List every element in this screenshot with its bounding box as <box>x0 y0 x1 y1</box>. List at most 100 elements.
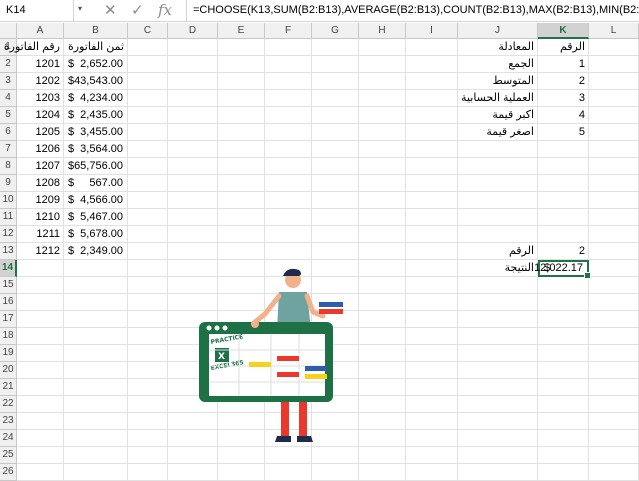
column-header-j[interactable]: J <box>458 23 538 39</box>
cell-i10[interactable] <box>406 192 458 209</box>
cell-c4[interactable] <box>128 90 168 107</box>
cell-b1[interactable]: ثمن الفاتورة <box>64 39 128 56</box>
cell-k3[interactable]: 2 <box>538 73 589 90</box>
cell-j3[interactable]: المتوسط <box>458 73 538 90</box>
cell-i6[interactable] <box>406 124 458 141</box>
cell-b21[interactable] <box>64 379 128 396</box>
cell-a9[interactable]: 1208 <box>17 175 64 192</box>
cell-k5[interactable]: 4 <box>538 107 589 124</box>
cell-e13[interactable] <box>218 243 265 260</box>
cell-j16[interactable] <box>458 294 538 311</box>
cell-k13[interactable]: 2 <box>538 243 589 260</box>
cell-e9[interactable] <box>218 175 265 192</box>
cell-a1[interactable]: رقم الفاتورة <box>4 39 64 56</box>
cell-c15[interactable] <box>128 277 168 294</box>
cell-h2[interactable] <box>359 56 406 73</box>
cell-c21[interactable] <box>128 379 168 396</box>
cell-g10[interactable] <box>312 192 359 209</box>
name-box-dropdown-icon[interactable]: ▾ <box>78 4 82 13</box>
row-header-8[interactable]: 8 <box>0 158 17 175</box>
cell-h12[interactable] <box>359 226 406 243</box>
cell-k25[interactable] <box>538 447 589 464</box>
cell-d6[interactable] <box>168 124 218 141</box>
cell-d10[interactable] <box>168 192 218 209</box>
row-header-2[interactable]: 2 <box>0 56 17 73</box>
cell-j17[interactable] <box>458 311 538 328</box>
cell-b15[interactable] <box>64 277 128 294</box>
column-header-h[interactable]: H <box>359 23 406 39</box>
cell-j24[interactable] <box>458 430 538 447</box>
cell-l9[interactable] <box>589 175 639 192</box>
cell-l12[interactable] <box>589 226 639 243</box>
cell-a20[interactable] <box>17 362 64 379</box>
cell-f11[interactable] <box>265 209 312 226</box>
cell-f10[interactable] <box>265 192 312 209</box>
cell-h24[interactable] <box>359 430 406 447</box>
cell-i9[interactable] <box>406 175 458 192</box>
cell-h5[interactable] <box>359 107 406 124</box>
cell-i13[interactable] <box>406 243 458 260</box>
active-cell-k14[interactable]: $12,022.17 <box>534 260 591 279</box>
row-header-21[interactable]: 21 <box>0 379 17 396</box>
cell-e26[interactable] <box>218 464 265 481</box>
cell-a26[interactable] <box>17 464 64 481</box>
cell-f5[interactable] <box>265 107 312 124</box>
cell-k4[interactable]: 3 <box>538 90 589 107</box>
row-header-16[interactable]: 16 <box>0 294 17 311</box>
cell-c14[interactable] <box>128 260 168 277</box>
cancel-icon[interactable]: ✕ <box>104 1 117 19</box>
cell-b23[interactable] <box>64 413 128 430</box>
cell-a8[interactable]: 1207 <box>17 158 64 175</box>
cell-d25[interactable] <box>168 447 218 464</box>
cell-j10[interactable] <box>458 192 538 209</box>
cell-h26[interactable] <box>359 464 406 481</box>
cell-h22[interactable] <box>359 396 406 413</box>
cell-c1[interactable] <box>128 39 168 56</box>
cell-k11[interactable] <box>538 209 589 226</box>
cell-k12[interactable] <box>538 226 589 243</box>
cell-b16[interactable] <box>64 294 128 311</box>
cell-l16[interactable] <box>589 294 639 311</box>
cell-a22[interactable] <box>17 396 64 413</box>
cell-i21[interactable] <box>406 379 458 396</box>
cell-a13[interactable]: 1212 <box>17 243 64 260</box>
cell-l14[interactable] <box>589 260 639 277</box>
cell-c16[interactable] <box>128 294 168 311</box>
cell-b11[interactable]: $5,467.00 <box>64 209 128 226</box>
cell-l2[interactable] <box>589 56 639 73</box>
cell-d5[interactable] <box>168 107 218 124</box>
cell-e10[interactable] <box>218 192 265 209</box>
cell-a21[interactable] <box>17 379 64 396</box>
cell-a16[interactable] <box>17 294 64 311</box>
cell-j6[interactable]: اصغر قيمة <box>458 124 538 141</box>
cell-a2[interactable]: 1201 <box>17 56 64 73</box>
cell-h1[interactable] <box>359 39 406 56</box>
cell-g11[interactable] <box>312 209 359 226</box>
row-header-3[interactable]: 3 <box>0 73 17 90</box>
cell-b6[interactable]: $3,455.00 <box>64 124 128 141</box>
row-header-24[interactable]: 24 <box>0 430 17 447</box>
cell-c26[interactable] <box>128 464 168 481</box>
cell-l17[interactable] <box>589 311 639 328</box>
cell-b9[interactable]: $567.00 <box>64 175 128 192</box>
cell-e25[interactable] <box>218 447 265 464</box>
cell-f2[interactable] <box>265 56 312 73</box>
cell-c10[interactable] <box>128 192 168 209</box>
cell-a7[interactable]: 1206 <box>17 141 64 158</box>
cell-h3[interactable] <box>359 73 406 90</box>
cell-i22[interactable] <box>406 396 458 413</box>
cell-k2[interactable]: 1 <box>538 56 589 73</box>
cell-j23[interactable] <box>458 413 538 430</box>
cell-l8[interactable] <box>589 158 639 175</box>
cell-k1[interactable]: الرقم <box>538 39 589 56</box>
cell-l11[interactable] <box>589 209 639 226</box>
row-header-9[interactable]: 9 <box>0 175 17 192</box>
cell-h15[interactable] <box>359 277 406 294</box>
row-header-11[interactable]: 11 <box>0 209 17 226</box>
cell-c6[interactable] <box>128 124 168 141</box>
cell-j19[interactable] <box>458 345 538 362</box>
cell-l23[interactable] <box>589 413 639 430</box>
cell-l21[interactable] <box>589 379 639 396</box>
cell-b20[interactable] <box>64 362 128 379</box>
name-box[interactable]: K14 <box>0 0 74 21</box>
